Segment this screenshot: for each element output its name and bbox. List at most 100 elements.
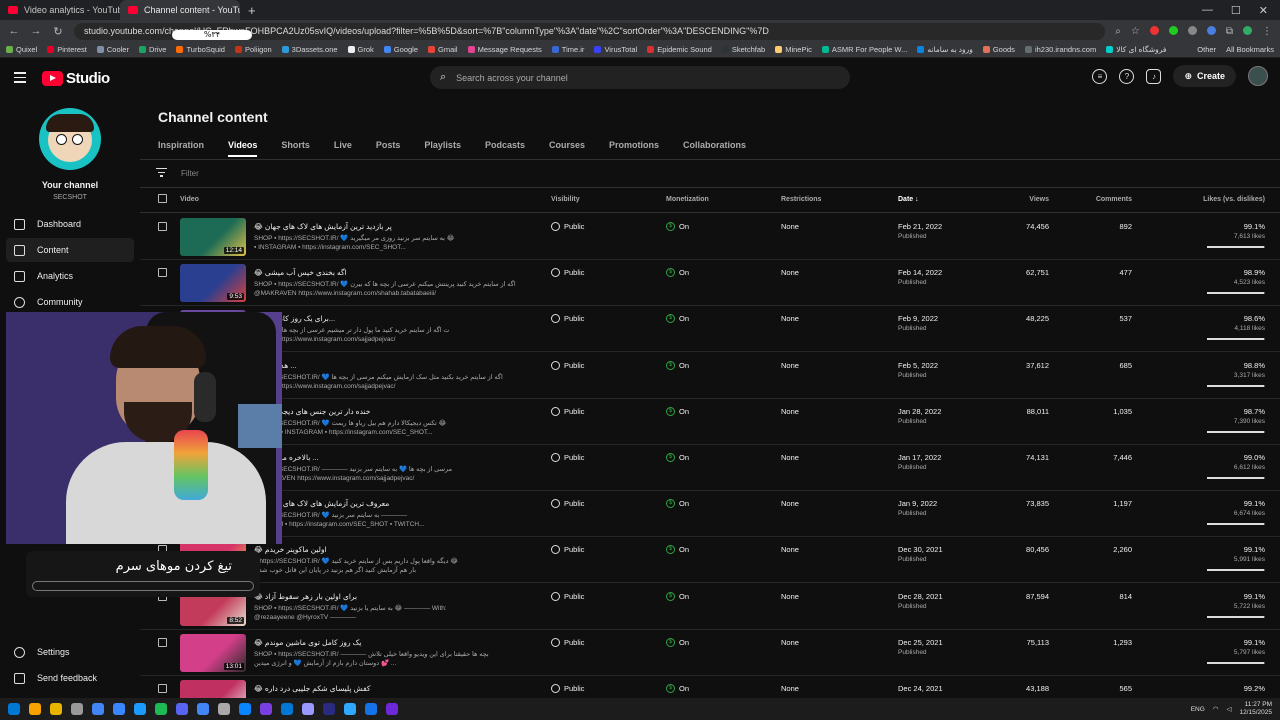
search-icon[interactable] [29, 703, 41, 715]
monetization-cell[interactable]: $ On [666, 360, 689, 370]
video-title[interactable]: 😂 بالاخره موهامو ... [254, 453, 544, 462]
browser-tab-content[interactable]: Channel content - YouTube Studio ✕ [120, 0, 240, 20]
bookmark-item[interactable]: Google [383, 45, 418, 54]
table-row[interactable]: 😂 برای یک روز کامل ها... ...ت اگه از سایت… [140, 306, 1280, 353]
video-title[interactable]: 😂 هدیه رو ... [254, 361, 544, 370]
bookmark-item[interactable]: Grok [347, 45, 374, 54]
bookmark-item[interactable]: ASMR For People W... [821, 45, 907, 54]
bookmark-item[interactable]: Goods [982, 45, 1015, 54]
app-icon[interactable] [134, 703, 146, 715]
premiere-icon[interactable] [323, 703, 335, 715]
monetization-cell[interactable]: $ On [666, 268, 689, 278]
app-icon[interactable] [239, 703, 251, 715]
tab-live[interactable]: Live [334, 140, 352, 157]
video-title[interactable]: 😂 یک روز کامل توی ماشین موندم [254, 638, 544, 647]
chrome-icon[interactable] [197, 703, 209, 715]
windows-start-icon[interactable] [8, 703, 20, 715]
video-title[interactable]: 😂 پر بازدید ترین آزمایش های لاک های جهان [254, 222, 544, 231]
bookmark-item[interactable]: Time.ir [551, 45, 584, 54]
bookmark-item[interactable]: Cooler [96, 45, 129, 54]
app-icon[interactable] [386, 703, 398, 715]
row-checkbox[interactable] [158, 637, 167, 647]
volume-icon[interactable]: ◁ [1226, 705, 1231, 713]
bookmark-item[interactable]: فروشگاه ای کالا [1106, 45, 1166, 54]
column-restrictions[interactable]: Restrictions [781, 196, 821, 203]
visibility-cell[interactable]: Public [551, 637, 584, 647]
monetization-cell[interactable]: $ On [666, 222, 689, 231]
account-avatar[interactable] [1248, 66, 1268, 86]
monetization-cell[interactable]: $ On [666, 499, 689, 509]
column-date[interactable]: Date ↓ [898, 196, 919, 203]
sidebar-item-analytics[interactable]: Analytics [6, 264, 134, 288]
monetization-cell[interactable]: $ On [666, 591, 689, 601]
bookmark-item[interactable]: Sketchfab [721, 45, 765, 54]
row-checkbox[interactable] [158, 222, 167, 231]
visibility-cell[interactable]: Public [551, 499, 584, 509]
zoom-icon[interactable]: ⌕ [1115, 26, 1121, 37]
search-input[interactable]: ⌕ Search across your channel [430, 66, 850, 89]
video-title[interactable]: 😂 برای یک روز کامل ها... [254, 314, 544, 323]
app-icon[interactable] [281, 703, 293, 715]
language-indicator[interactable]: ENG [1191, 706, 1205, 713]
bookmark-item[interactable]: Epidemic Sound [647, 45, 712, 54]
table-row[interactable]: 😂 هدیه رو ... ...https://SECSHOT.IR/ 💙 اگ… [140, 353, 1280, 399]
create-button[interactable]: ⊕ Create [1173, 65, 1236, 87]
tab-courses[interactable]: Courses [549, 140, 585, 157]
monetization-cell[interactable]: $ On [666, 637, 689, 647]
column-comments[interactable]: Comments [1096, 196, 1132, 203]
table-row[interactable]: 8:52 😂 برای اولین بار زهر سقوط آزاد SHOP ▪… [140, 584, 1280, 630]
app-icon[interactable] [71, 703, 83, 715]
video-thumbnail[interactable]: 9:53 [180, 264, 246, 303]
back-icon[interactable]: ← [8, 25, 20, 37]
extension-icon[interactable] [1149, 25, 1159, 35]
bookmark-item[interactable]: Quixel [6, 45, 37, 54]
video-thumbnail[interactable]: 13:01 [180, 633, 246, 672]
studio-logo[interactable]: Studio [42, 70, 110, 87]
table-row[interactable]: 12:14 😂 پر بازدید ترین آزمایش های لاک های… [140, 214, 1280, 260]
help-icon[interactable]: ? [1119, 68, 1135, 84]
after-effects-icon[interactable] [302, 703, 314, 715]
video-title[interactable]: 😂 کفش پلیسای شکم جلیبی درد داره [254, 684, 544, 693]
bookmark-item[interactable]: 3Dassets.one [281, 45, 338, 54]
bookmark-item[interactable]: VirusTotal [594, 45, 637, 54]
close-window-icon[interactable]: ✕ [1259, 4, 1268, 17]
column-views[interactable]: Views [1029, 196, 1049, 203]
visibility-cell[interactable]: Public [551, 222, 584, 231]
app-icon[interactable] [218, 703, 230, 715]
monetization-cell[interactable]: $ On [666, 453, 689, 462]
monetization-cell[interactable]: $ On [666, 545, 689, 555]
visibility-cell[interactable]: Public [551, 545, 584, 555]
minimize-icon[interactable]: — [1202, 4, 1213, 17]
forward-icon[interactable]: → [30, 25, 42, 37]
monetization-cell[interactable]: $ On [666, 684, 689, 693]
video-title[interactable]: 😂 معروف ترین آزمایش های لاک های جهان [254, 499, 544, 508]
tab-shorts[interactable]: Shorts [281, 140, 310, 157]
filter-icon[interactable] [156, 168, 167, 179]
select-all-checkbox[interactable] [158, 194, 167, 203]
table-row[interactable]: 12:13😂 اولین ماکوینر خریدم...https://SEC… [140, 537, 1280, 584]
visibility-cell[interactable]: Public [551, 406, 584, 416]
monetization-cell[interactable]: $ On [666, 406, 689, 416]
menu-hamburger-icon[interactable] [14, 72, 26, 86]
table-row[interactable]: 😂 خنده دار ترین جنس های دیجی کالا ...http… [140, 399, 1280, 445]
bookmark-item[interactable]: Message Requests [467, 45, 542, 54]
photoshop-icon[interactable] [344, 703, 356, 715]
column-monetization[interactable]: Monetization [666, 196, 709, 203]
tab-podcasts[interactable]: Podcasts [485, 140, 525, 157]
bookmark-item[interactable]: MinePic [775, 45, 812, 54]
column-likes[interactable]: Likes (vs. dislikes) [1203, 196, 1265, 203]
tab-collaborations[interactable]: Collaborations [683, 140, 746, 157]
video-thumbnail[interactable]: 12:14 [180, 218, 246, 256]
bookmark-folder-other[interactable]: Other [1197, 45, 1216, 54]
table-row[interactable]: 😂 معروف ترین آزمایش های لاک های جهان ...h… [140, 491, 1280, 538]
clock[interactable]: 11:27 PM 12/15/2025 [1239, 701, 1272, 717]
sidebar-item-feedback[interactable]: Send feedback [6, 666, 134, 690]
extension-icon[interactable] [1187, 25, 1197, 35]
maximize-icon[interactable]: ☐ [1231, 4, 1241, 17]
visibility-cell[interactable]: Public [551, 268, 584, 278]
tab-inspiration[interactable]: Inspiration [158, 140, 204, 157]
bookmark-item[interactable]: ih230.irandns.com [1024, 45, 1096, 54]
table-row[interactable]: 😂 بالاخره موهامو ... ...https://SECSHOT.I… [140, 445, 1280, 491]
bookmark-folder-all[interactable]: All Bookmarks [1226, 45, 1274, 54]
notifications-bell-icon[interactable]: ♪ [1146, 68, 1162, 84]
